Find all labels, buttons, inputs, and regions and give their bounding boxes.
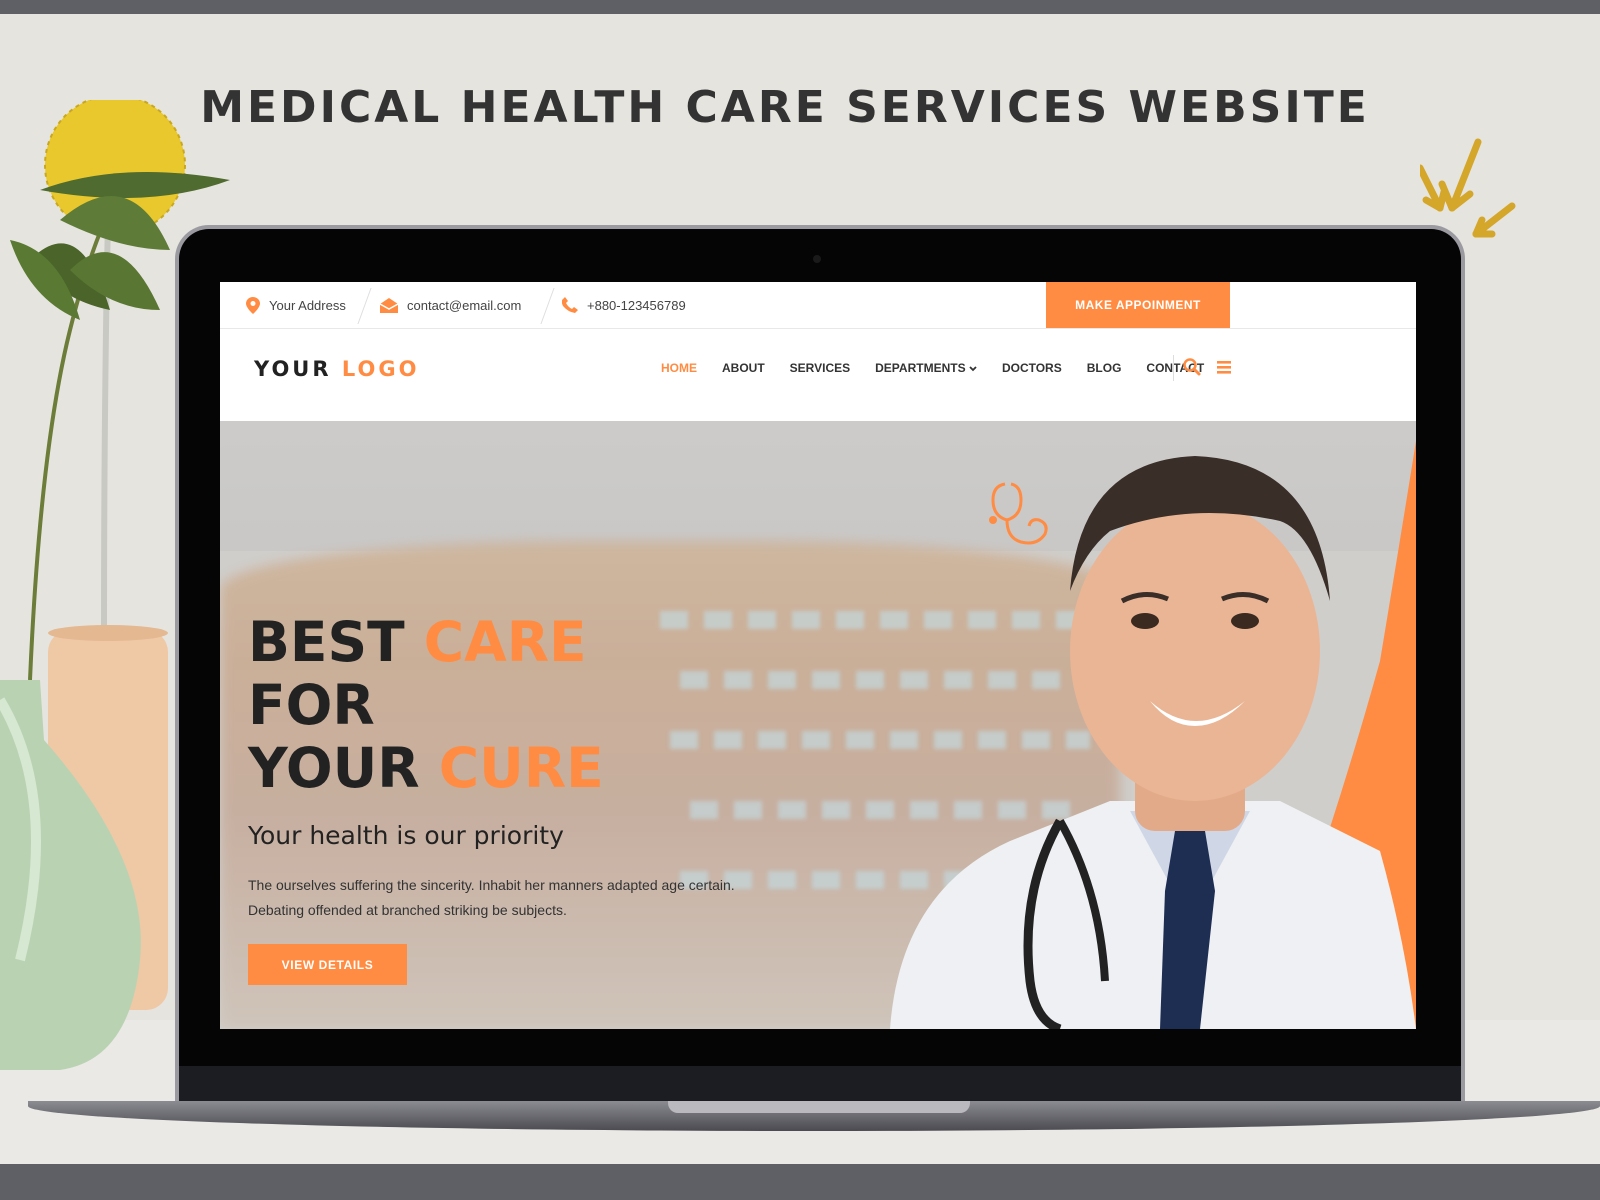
chevron-down-icon [969, 366, 977, 372]
logo-word-1: YOUR [254, 357, 332, 381]
hero-title-highlight: CURE [438, 736, 604, 800]
nav-item-services[interactable]: SERVICES [790, 361, 850, 375]
hero-section: BEST CARE FOR YOUR CURE Your health is o… [220, 421, 1416, 1029]
topbar-separator [357, 288, 372, 324]
nav-item-departments[interactable]: DEPARTMENTS [875, 361, 977, 375]
hero-title-highlight: CARE [423, 610, 587, 674]
view-details-button[interactable]: VIEW DETAILS [248, 944, 407, 985]
contact-topbar: Your Address contact@email.com +880-1234… [220, 282, 1416, 329]
top-frame-bar [0, 0, 1600, 14]
topbar-separator [540, 288, 555, 324]
bottom-frame-bar [0, 1164, 1600, 1200]
nav-divider [1173, 355, 1174, 381]
search-icon[interactable] [1182, 357, 1202, 377]
envelope-icon [380, 297, 398, 313]
laptop-hinge-notch [668, 1101, 970, 1113]
nav-item-doctors[interactable]: DOCTORS [1002, 361, 1062, 375]
laptop-camera [813, 255, 821, 263]
hero-description-line: Debating offended at branched striking b… [248, 902, 567, 918]
map-pin-icon [246, 296, 260, 314]
hero-description-line: The ourselves suffering the sincerity. I… [248, 877, 735, 893]
page-headline: MEDICAL HEALTH CARE SERVICES WEBSITE [200, 82, 1370, 133]
nav-menu: HOME ABOUT SERVICES DEPARTMENTS DOCTORS … [661, 329, 1229, 407]
laptop-bottom-bezel [179, 1066, 1461, 1106]
hero-title-word: YOUR [248, 736, 420, 800]
topbar-phone[interactable]: +880-123456789 [562, 282, 686, 328]
nav-item-departments-label: DEPARTMENTS [875, 361, 966, 375]
main-navbar: YOUR LOGO HOME ABOUT SERVICES DEPARTMENT… [220, 329, 1416, 421]
hero-title-word: BEST [248, 610, 405, 674]
hero-title: BEST CARE FOR YOUR CURE [248, 611, 604, 800]
topbar-address: Your Address [246, 282, 346, 328]
address-text: Your Address [269, 297, 346, 313]
logo-word-2: LOGO [341, 357, 420, 381]
nav-item-blog[interactable]: BLOG [1087, 361, 1122, 375]
nav-item-about[interactable]: ABOUT [722, 361, 765, 375]
phone-text[interactable]: +880-123456789 [587, 298, 686, 313]
hero-description: The ourselves suffering the sincerity. I… [248, 873, 768, 923]
phone-icon [562, 297, 578, 313]
hamburger-menu-icon[interactable] [1214, 357, 1234, 377]
hero-subtitle: Your health is our priority [248, 821, 564, 850]
site-logo[interactable]: YOUR LOGO [254, 357, 419, 381]
nav-item-home[interactable]: HOME [661, 361, 697, 375]
doctor-portrait [890, 441, 1416, 1029]
website-screen: Your Address contact@email.com +880-1234… [220, 282, 1416, 1029]
hero-title-word: FOR [248, 673, 375, 737]
email-text[interactable]: contact@email.com [407, 298, 521, 313]
topbar-email[interactable]: contact@email.com [380, 282, 521, 328]
make-appointment-button[interactable]: MAKE APPOINMENT [1046, 282, 1230, 328]
